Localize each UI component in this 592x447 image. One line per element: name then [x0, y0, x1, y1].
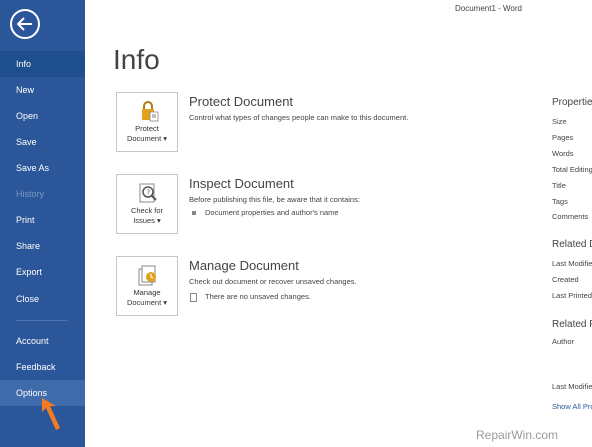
protect-document-section: Protect Document ▾ Protect Document Cont…	[116, 92, 536, 154]
related-people-heading: Related People	[552, 319, 592, 330]
show-all-properties-link[interactable]: Show All Properties	[552, 402, 592, 411]
manage-document-section: Manage Document ▾ Manage Document Check …	[116, 256, 536, 318]
manage-bullet: There are no unsaved changes.	[189, 292, 311, 302]
backstage-sidebar: Info New Open Save Save As History Print…	[0, 0, 85, 447]
nav-export[interactable]: Export	[0, 259, 85, 285]
pointer-arrow-icon	[42, 398, 60, 430]
inspect-bullet: Document properties and author's name	[189, 208, 339, 217]
nav-info[interactable]: Info	[0, 51, 85, 77]
nav-new[interactable]: New	[0, 77, 85, 103]
manage-heading: Manage Document	[189, 258, 299, 273]
inspect-icon: ?	[139, 183, 157, 203]
document-icon	[190, 292, 197, 302]
properties-panel: Properties Size Pages Words Total Editin…	[552, 0, 592, 447]
protect-heading: Protect Document	[189, 94, 294, 109]
nav-close[interactable]: Close	[0, 286, 85, 312]
inspect-document-section: ? Check for Issues ▾ Inspect Document Be…	[116, 174, 536, 236]
back-button[interactable]	[10, 9, 40, 39]
sidebar-divider	[16, 320, 68, 321]
protect-document-button[interactable]: Protect Document ▾	[116, 92, 178, 152]
inspect-description: Before publishing this file, be aware th…	[189, 195, 360, 204]
nav-feedback[interactable]: Feedback	[0, 354, 85, 380]
nav-save[interactable]: Save	[0, 129, 85, 155]
date-last-printed: Last Printed	[552, 291, 592, 300]
prop-title: Title	[552, 181, 566, 190]
bullet-icon	[192, 211, 196, 216]
svg-text:?: ?	[147, 189, 151, 197]
prop-comments: Comments	[552, 212, 589, 221]
protect-tile-label: Protect Document ▾	[126, 124, 168, 143]
check-for-issues-button[interactable]: ? Check for Issues ▾	[116, 174, 178, 234]
manage-tile-label: Manage Document ▾	[126, 288, 168, 307]
page-title: Info	[113, 44, 160, 75]
nav-print[interactable]: Print	[0, 207, 85, 233]
prop-size: Size	[552, 117, 567, 126]
related-dates-heading: Related Dates	[552, 239, 592, 250]
prop-total-editing: Total Editing	[552, 165, 592, 174]
nav-history: History	[16, 189, 45, 199]
properties-heading[interactable]: Properties	[552, 97, 592, 108]
last-modified-by: Last Modified By	[552, 382, 592, 391]
people-author: Author	[552, 337, 575, 346]
window-title: Document1 - Word	[455, 4, 522, 13]
prop-tags: Tags	[552, 197, 568, 206]
nav-save-as[interactable]: Save As	[0, 155, 85, 181]
manage-document-button[interactable]: Manage Document ▾	[116, 256, 178, 316]
nav-open[interactable]: Open	[0, 103, 85, 129]
inspect-heading: Inspect Document	[189, 176, 294, 191]
date-last-modified: Last Modified	[552, 259, 592, 268]
prop-pages: Pages	[552, 133, 574, 142]
back-arrow-icon	[17, 17, 32, 31]
manage-description: Check out document or recover unsaved ch…	[189, 277, 357, 286]
watermark: RepairWin.com	[476, 428, 559, 442]
lock-icon	[142, 101, 159, 122]
manage-document-icon	[138, 265, 156, 286]
prop-words: Words	[552, 149, 574, 158]
nav-account[interactable]: Account	[0, 328, 85, 354]
check-issues-tile-label: Check for Issues ▾	[130, 206, 164, 225]
nav-share[interactable]: Share	[0, 233, 85, 259]
date-created: Created	[552, 275, 579, 284]
protect-description: Control what types of changes people can…	[189, 113, 409, 122]
